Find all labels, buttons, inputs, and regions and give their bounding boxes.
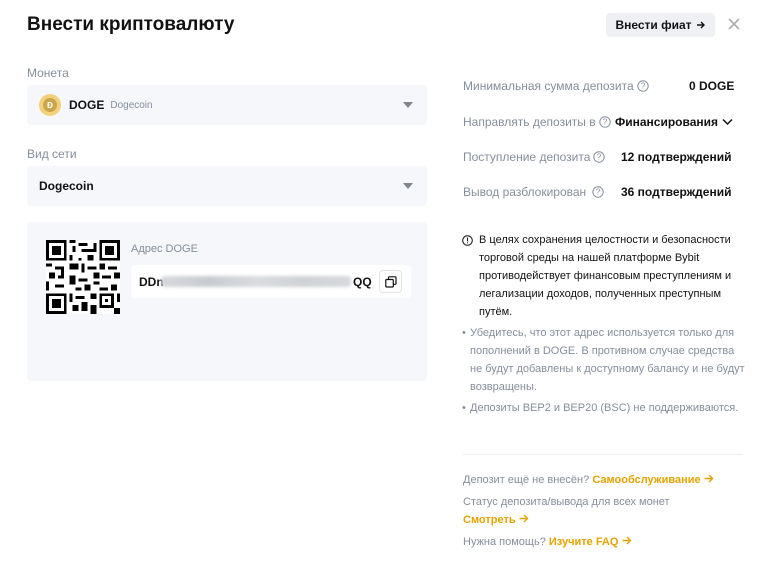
svg-text:?: ?: [640, 82, 645, 91]
close-icon[interactable]: [726, 16, 742, 32]
arrow-right-icon: [519, 514, 529, 523]
need-help-text: Нужна помощь?: [463, 536, 546, 548]
not-arrived-text: Депозит ещё не внесён?: [463, 474, 590, 486]
divider: [463, 454, 743, 455]
help-icon[interactable]: ?: [593, 151, 606, 163]
arrow-right-icon: [622, 536, 631, 545]
help-faq: Нужна помощь? Изучите FAQ: [463, 536, 632, 548]
chevron-down-icon: [722, 118, 733, 126]
arrow-right-icon: [696, 21, 705, 29]
svg-text:?: ?: [602, 118, 607, 127]
svg-text:?: ?: [596, 188, 601, 197]
svg-text:?: ?: [597, 153, 602, 162]
help-not-arrived: Депозит ещё не внесён? Самообслуживание: [463, 474, 714, 486]
min-deposit-row: Минимальная сумма депозита ?: [463, 79, 649, 93]
compliance-note-text: В целях сохранения целостности и безопас…: [479, 234, 732, 318]
arrival-row: Поступление депозита ?: [463, 150, 606, 164]
faq-link-label: Изучите FAQ: [548, 536, 619, 548]
info-icon: [462, 235, 473, 246]
page-title: Внести криптовалюту: [27, 14, 235, 35]
help-icon[interactable]: ?: [636, 80, 649, 92]
account-dropdown-value: Финансирования: [615, 115, 719, 129]
status-text: Статус депозита/вывода для всех монет: [463, 496, 670, 508]
doge-coin-icon: Ð: [39, 94, 61, 116]
address-blurred: [161, 276, 351, 287]
arrival-label: Поступление депозита: [463, 150, 591, 164]
unlock-label: Вывод разблокирован: [463, 185, 587, 199]
view-link[interactable]: Смотреть: [463, 514, 529, 526]
min-deposit-label: Минимальная сумма депозита: [463, 79, 634, 93]
deposit-fiat-button[interactable]: Внести фиат: [606, 13, 715, 37]
network-select[interactable]: Dogecoin: [27, 166, 427, 206]
note-bullet: • Убедитесь, что этот адрес используется…: [462, 324, 747, 396]
direct-deposit-label: Направлять депозиты в: [463, 115, 596, 129]
address-suffix: QQ: [353, 275, 372, 289]
coin-symbol: DOGE: [69, 98, 105, 112]
compliance-note: В целях сохранения целостности и безопас…: [462, 231, 747, 321]
address-label: Адрес DOGE: [131, 243, 198, 255]
coin-label: Монета: [27, 66, 69, 80]
coin-name: Dogecoin: [110, 99, 153, 111]
arrow-right-icon: [704, 474, 714, 483]
self-service-link[interactable]: Самообслуживание: [592, 474, 714, 486]
account-dropdown[interactable]: Финансирования: [615, 115, 733, 129]
self-service-link-label: Самообслуживание: [592, 474, 701, 486]
arrival-value: 12 подтверждений: [621, 150, 732, 164]
copy-button[interactable]: [379, 270, 402, 293]
note-bullet-text: Убедитесь, что этот адрес используется т…: [470, 327, 745, 393]
min-deposit-value: 0 DOGE: [689, 79, 735, 93]
unlock-row: Вывод разблокирован ?: [463, 185, 604, 199]
qr-code-icon: [46, 240, 120, 314]
view-link-label: Смотреть: [463, 514, 516, 526]
coin-select[interactable]: Ð DOGE Dogecoin: [27, 85, 427, 125]
address-prefix: DDn: [139, 275, 164, 289]
help-icon[interactable]: ?: [598, 116, 611, 128]
address-panel: Адрес DOGE DDn QQ: [27, 222, 427, 381]
view-link-row: Смотреть: [463, 514, 529, 526]
faq-link[interactable]: Изучите FAQ: [549, 536, 632, 548]
deposit-fiat-label: Внести фиат: [615, 18, 692, 32]
network-value: Dogecoin: [39, 179, 94, 193]
caret-down-icon: [403, 183, 413, 189]
network-label: Вид сети: [27, 147, 77, 161]
direct-deposit-row: Направлять депозиты в ?: [463, 115, 611, 129]
address-field[interactable]: DDn QQ: [131, 265, 411, 298]
unlock-value: 36 подтверждений: [621, 185, 732, 199]
copy-icon: [384, 275, 397, 288]
caret-down-icon: [403, 102, 413, 108]
note-bullet-text: Депозиты BEP2 и BEP20 (BSC) не поддержив…: [470, 402, 739, 414]
notes-block: В целях сохранения целостности и безопас…: [462, 231, 747, 417]
help-icon[interactable]: ?: [592, 186, 604, 198]
note-bullet: • Депозиты BEP2 и BEP20 (BSC) не поддерж…: [462, 399, 747, 417]
